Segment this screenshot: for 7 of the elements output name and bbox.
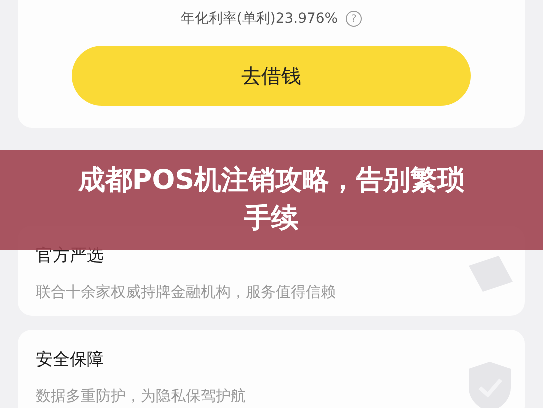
rate-text: 年化利率(单利)23.976% [180,10,338,28]
feature-title: 安全保障 [36,349,105,371]
feature-title: 官方严选 [36,245,105,267]
headline: 成都POS机注销攻略，告别繁琐手续 [77,164,466,236]
feature-description: 联合十余家权威持牌金融机构，服务值得信赖 [36,283,337,302]
feature-description: 数据多重防护，为隐私保驾护航 [36,387,247,406]
borrow-button[interactable]: 去借钱 [72,46,471,106]
